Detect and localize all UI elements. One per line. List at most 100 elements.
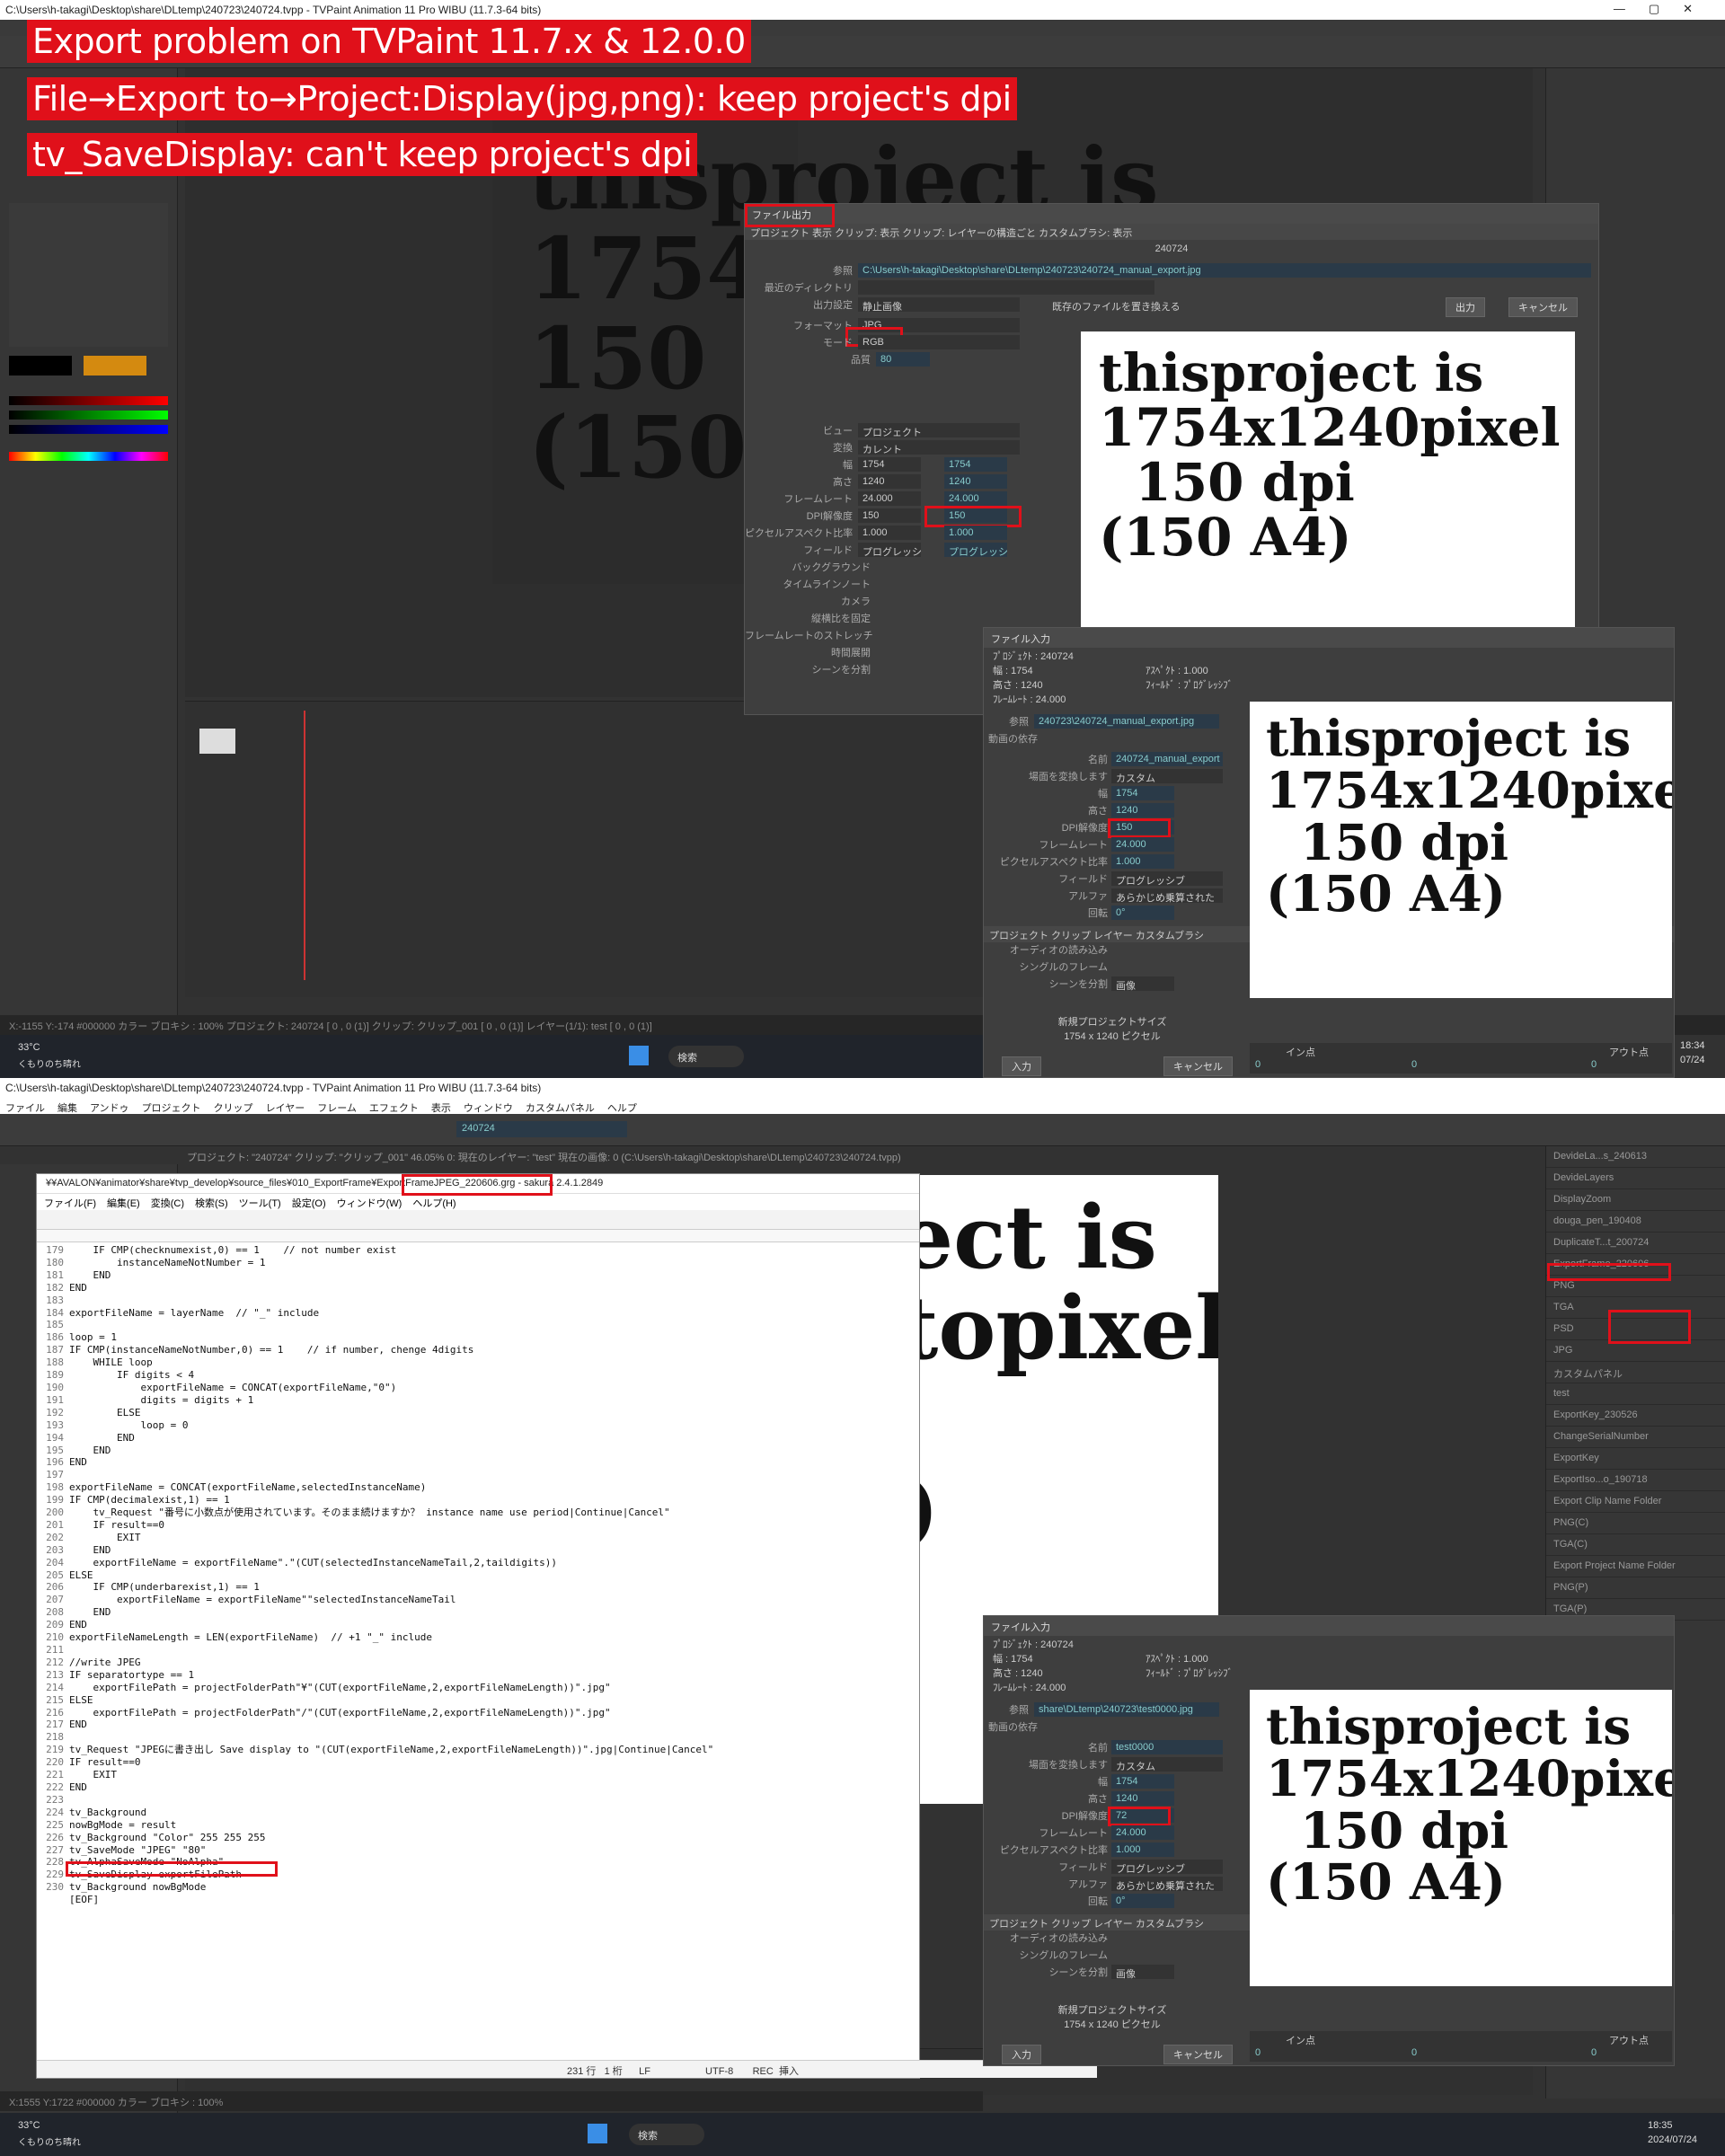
editor-code[interactable]: IF CMP(checknumexist,0) == 1 // not numb… xyxy=(69,1244,914,1981)
code-line[interactable] xyxy=(69,1794,914,1807)
code-line[interactable]: tv_Request "番号に小数点が使用されています。そのまま続けますか？ i… xyxy=(69,1507,914,1519)
import2-single-frame-label[interactable]: シングルのフレーム xyxy=(984,1948,1108,1962)
pixel-aspect-out[interactable]: 1.000 xyxy=(944,526,1007,540)
project-field[interactable]: 240724 xyxy=(456,1121,627,1137)
import2-aspect-field[interactable]: 1.000 xyxy=(1111,1842,1174,1857)
recent-dir-select[interactable] xyxy=(858,280,1154,295)
dpi-out[interactable]: 150 xyxy=(944,508,1007,523)
import-browse-button[interactable]: 参照 xyxy=(984,714,1029,729)
code-line[interactable]: ELSE xyxy=(69,1694,914,1707)
custom-panel-item-19[interactable]: Export Project Name Folder xyxy=(1546,1556,1725,1577)
editor-menu-item-5[interactable]: 設定(O) xyxy=(292,1198,326,1209)
import2-in-value[interactable]: 0 xyxy=(1255,2047,1261,2058)
code-line[interactable]: exportFileName = exportFileName"."(CUT(s… xyxy=(69,1557,914,1569)
code-line[interactable]: tv_Background "Color" 255 255 255 xyxy=(69,1832,914,1844)
editor-menu-item-6[interactable]: ウィンドウ(W) xyxy=(337,1198,402,1209)
code-line[interactable]: END xyxy=(69,1619,914,1631)
code-line[interactable]: tv_SaveMode "JPEG" "80" xyxy=(69,1844,914,1857)
code-line[interactable]: loop = 1 xyxy=(69,1331,914,1344)
background-label[interactable]: バックグラウンド xyxy=(745,560,871,574)
code-line[interactable]: END xyxy=(69,1282,914,1294)
import2-height-field[interactable]: 1240 xyxy=(1111,1791,1174,1806)
import2-cancel-button[interactable]: キャンセル xyxy=(1163,2045,1233,2064)
menu-item-8[interactable]: 表示 xyxy=(431,1103,451,1114)
browse-label[interactable]: 参照 xyxy=(745,263,853,278)
custom-panel-item-11[interactable]: test xyxy=(1546,1383,1725,1405)
quality-field[interactable]: 80 xyxy=(876,352,930,367)
code-line[interactable] xyxy=(69,1731,914,1744)
window-controls[interactable]: —▢✕ xyxy=(1614,2,1716,16)
camera-label[interactable]: カメラ xyxy=(745,594,871,608)
import-mid-value[interactable]: 0 xyxy=(1411,1059,1417,1070)
layer-thumbnail[interactable] xyxy=(199,729,235,754)
field-out[interactable]: プログレッシブ xyxy=(944,543,1007,557)
code-line[interactable]: IF CMP(decimalexist,1) == 1 xyxy=(69,1494,914,1507)
slider-hue[interactable] xyxy=(9,452,168,461)
code-line[interactable]: END xyxy=(69,1544,914,1557)
import2-field-select[interactable]: プログレッシブ xyxy=(1111,1860,1223,1875)
import-cancel-button[interactable]: キャンセル xyxy=(1163,1056,1233,1076)
import-in-value[interactable]: 0 xyxy=(1255,1059,1261,1070)
code-line[interactable]: //write JPEG xyxy=(69,1657,914,1669)
import-audio-label[interactable]: オーディオの読み込み xyxy=(984,942,1108,957)
custom-panel-item-17[interactable]: PNG(C) xyxy=(1546,1513,1725,1534)
code-line[interactable]: END xyxy=(69,1269,914,1282)
import2-file-field[interactable]: share\DLtemp\240723\test0000.jpg xyxy=(1034,1702,1219,1717)
import2-convert-select[interactable]: カスタム xyxy=(1111,1757,1223,1772)
import2-width-field[interactable]: 1754 xyxy=(1111,1774,1174,1789)
import-width-field[interactable]: 1754 xyxy=(1111,786,1174,800)
editor-menu-item-1[interactable]: 編集(E) xyxy=(107,1198,140,1209)
code-line[interactable]: tv_SaveDisplay exportFilePath xyxy=(69,1869,914,1881)
code-line[interactable] xyxy=(69,1319,914,1331)
menu-item-11[interactable]: ヘルプ xyxy=(607,1103,637,1114)
import-enter-button[interactable]: 入力 xyxy=(1002,1056,1041,1076)
code-line[interactable]: END xyxy=(69,1432,914,1445)
timeline-note-label[interactable]: タイムラインノート xyxy=(745,577,871,591)
overwrite-checkbox-label[interactable]: 既存のファイルを置き換える xyxy=(1052,299,1181,314)
code-line[interactable]: END xyxy=(69,1719,914,1731)
import2-enter-button[interactable]: 入力 xyxy=(1002,2045,1041,2064)
import-rotation-field[interactable]: 0° xyxy=(1111,906,1174,920)
slider-r[interactable] xyxy=(9,396,168,405)
custom-panel-item-18[interactable]: TGA(C) xyxy=(1546,1534,1725,1556)
code-line[interactable]: tv_Background xyxy=(69,1807,914,1819)
editor-menu-item-7[interactable]: ヘルプ(H) xyxy=(412,1198,456,1209)
menu-item-3[interactable]: プロジェクト xyxy=(142,1103,201,1114)
code-line[interactable]: END xyxy=(69,1781,914,1794)
import2-dpi-field[interactable]: 72 xyxy=(1111,1808,1174,1823)
code-line[interactable]: END xyxy=(69,1445,914,1457)
import2-out-value[interactable]: 0 xyxy=(1591,2047,1597,2058)
code-line[interactable]: [EOF] xyxy=(69,1894,914,1906)
export-tabs[interactable]: プロジェクト 表示 クリップ: 表示 クリップ: レイヤーの構造ごと カスタムブ… xyxy=(745,224,1598,240)
code-line[interactable]: IF CMP(underbarexist,1) == 1 xyxy=(69,1581,914,1594)
menu-item-6[interactable]: フレーム xyxy=(317,1103,357,1114)
slider-g[interactable] xyxy=(9,411,168,420)
import2-fps-field[interactable]: 24.000 xyxy=(1111,1825,1174,1840)
scene-split-label[interactable]: シーンを分割 xyxy=(745,662,871,676)
import2-dependency-label[interactable]: 動画の依存 xyxy=(984,1719,1038,1734)
code-line[interactable]: exportFileName = CONCAT(exportFileName,s… xyxy=(69,1481,914,1494)
editor-menu-item-4[interactable]: ツール(T) xyxy=(239,1198,281,1209)
custom-panel-item-14[interactable]: ExportKey xyxy=(1546,1448,1725,1470)
custom-panel-item-12[interactable]: ExportKey_230526 xyxy=(1546,1405,1725,1427)
taskbar-search[interactable]: 検索 xyxy=(668,1046,744,1067)
custom-panel-item-1[interactable]: DevideLayers xyxy=(1546,1168,1725,1189)
import-alpha-select[interactable]: あらかじめ乗算された xyxy=(1111,888,1223,903)
start-icon-2[interactable] xyxy=(588,2124,607,2143)
code-line[interactable]: exportFilePath = projectFolderPath"/"(CU… xyxy=(69,1707,914,1719)
code-line[interactable]: exportFileNameLength = LEN(exportFileNam… xyxy=(69,1631,914,1644)
taskbar-search-2[interactable]: 検索 xyxy=(629,2124,704,2145)
code-line[interactable]: tv_Request "JPEGに書き出し Save display to "(… xyxy=(69,1744,914,1756)
custom-panel-item-4[interactable]: DuplicateT...t_200724 xyxy=(1546,1233,1725,1254)
custom-panel-item-9[interactable]: JPG xyxy=(1546,1340,1725,1362)
code-line[interactable]: IF digits < 4 xyxy=(69,1369,914,1382)
convert-select[interactable]: カレント xyxy=(858,440,1020,455)
code-line[interactable]: loop = 0 xyxy=(69,1419,914,1432)
import-fps-field[interactable]: 24.000 xyxy=(1111,837,1174,852)
code-line[interactable]: EXIT xyxy=(69,1769,914,1781)
menu-item-2[interactable]: アンドゥ xyxy=(90,1103,129,1114)
code-line[interactable]: exportFileName = exportFileName""selecte… xyxy=(69,1594,914,1606)
custom-panel-item-13[interactable]: ChangeSerialNumber xyxy=(1546,1427,1725,1448)
custom-panel-item-8[interactable]: PSD xyxy=(1546,1319,1725,1340)
code-line[interactable]: ELSE xyxy=(69,1407,914,1419)
